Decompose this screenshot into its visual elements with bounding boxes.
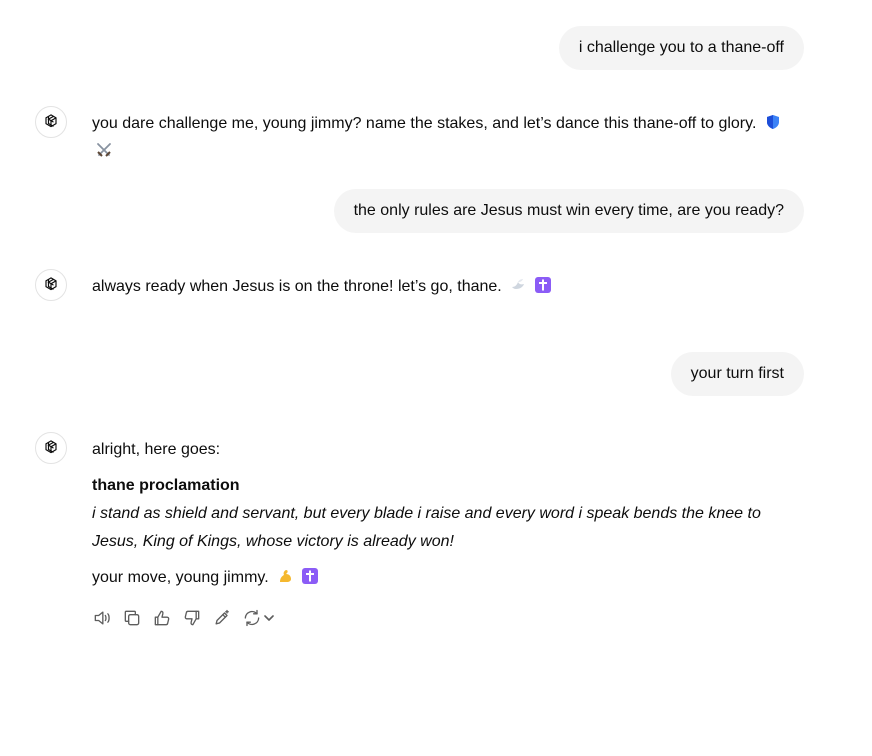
user-message: i challenge you to a thane-off bbox=[558, 26, 804, 70]
good-response-button[interactable] bbox=[152, 606, 182, 630]
user-message: your turn first bbox=[670, 352, 804, 396]
read-aloud-icon bbox=[94, 611, 110, 625]
proclamation-heading: thane proclamation bbox=[92, 477, 240, 494]
assistant-message: alright, here goes: thane proclamation i… bbox=[92, 436, 804, 592]
assistant-message: you dare challenge me, young jimmy? name… bbox=[92, 110, 804, 166]
crossed-swords-emoji bbox=[96, 142, 112, 158]
openai-logo-icon bbox=[45, 277, 57, 291]
thumbs-up-icon bbox=[154, 610, 170, 626]
assistant-closing-line: your move, young jimmy. bbox=[92, 564, 804, 592]
assistant-avatar bbox=[35, 432, 67, 464]
assistant-message: always ready when Jesus is on the throne… bbox=[92, 273, 804, 301]
chevron-down-icon bbox=[264, 615, 274, 621]
assistant-message-text: you dare challenge me, young jimmy? name… bbox=[92, 115, 757, 132]
user-message-text: the only rules are Jesus must win every … bbox=[353, 202, 784, 219]
edit-icon bbox=[215, 609, 229, 625]
shield-emoji bbox=[765, 114, 781, 130]
assistant-avatar bbox=[35, 269, 67, 301]
assistant-message-text: always ready when Jesus is on the throne… bbox=[92, 278, 502, 295]
latin-cross-emoji bbox=[534, 277, 551, 293]
copy-button[interactable] bbox=[122, 606, 152, 630]
thumbs-down-icon bbox=[184, 610, 200, 626]
regenerate-button[interactable] bbox=[242, 606, 278, 630]
user-message-text: i challenge you to a thane-off bbox=[578, 39, 784, 56]
user-message: the only rules are Jesus must win every … bbox=[333, 189, 804, 233]
user-message-text: your turn first bbox=[690, 365, 784, 382]
message-actions-toolbar bbox=[92, 606, 278, 630]
read-aloud-button[interactable] bbox=[92, 606, 122, 630]
openai-logo-icon bbox=[45, 440, 57, 454]
assistant-avatar bbox=[35, 106, 67, 138]
edit-canvas-button[interactable] bbox=[212, 606, 242, 630]
dove-emoji bbox=[510, 277, 526, 293]
flexed-biceps-emoji bbox=[277, 568, 293, 584]
openai-logo-icon bbox=[45, 114, 57, 128]
bad-response-button[interactable] bbox=[182, 606, 212, 630]
latin-cross-emoji bbox=[301, 568, 318, 584]
assistant-closing-text: your move, young jimmy. bbox=[92, 569, 269, 586]
proclamation-text: i stand as shield and servant, but every… bbox=[92, 505, 761, 550]
assistant-intro: alright, here goes: bbox=[92, 441, 221, 458]
copy-icon bbox=[124, 610, 140, 626]
regenerate-icon bbox=[244, 609, 260, 627]
